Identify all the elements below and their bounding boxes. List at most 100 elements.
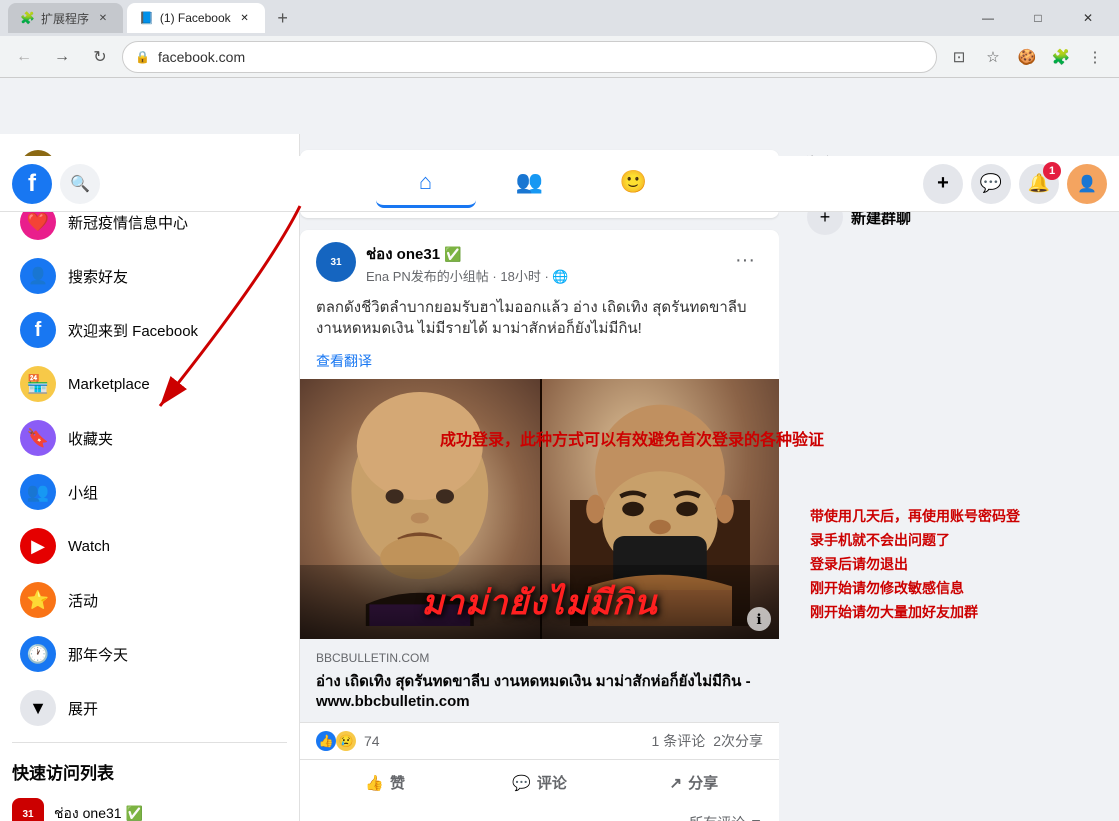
home-icon: ⌂ — [419, 169, 432, 195]
tab-extensions[interactable]: 🧩 扩展程序 ✕ — [8, 3, 123, 33]
nav-friends[interactable]: 👥 — [480, 160, 580, 208]
thai-banner-text: มาม่ายังไม่มีกิน — [300, 575, 779, 629]
fb-sidebar: ป ปราญชลี ไชยวัฒนา ❤️ 新冠疫情信息中心 👤 搜索好友 f … — [0, 134, 300, 821]
minimize-button[interactable]: — — [965, 3, 1011, 33]
verified-badge: ✅ — [444, 246, 461, 263]
sidebar-item-welcome-fb[interactable]: f 欢迎来到 Facebook — [8, 304, 291, 356]
window-controls: — □ ✕ — [965, 3, 1111, 33]
sidebar-item-watch[interactable]: ▶ Watch — [8, 520, 291, 572]
browser-chrome: 🧩 扩展程序 ✕ 📘 (1) Facebook ✕ + — □ ✕ ← → ↻ … — [0, 0, 1119, 78]
maximize-button[interactable]: □ — [1015, 3, 1061, 33]
facebook-app: f 🔍 ⌂ 👥 🙂 + 💬 🔔 1 — [0, 78, 1119, 821]
post-channel-avatar[interactable]: 31 — [316, 242, 356, 282]
expand-icon: ▼ — [20, 690, 56, 726]
marketplace-icon: 🏪 — [20, 366, 56, 402]
friends-search-icon: 👤 — [20, 258, 56, 294]
tab-fb-icon: 📘 — [139, 11, 154, 25]
sidebar-item-memories[interactable]: 🕐 那年今天 — [8, 628, 291, 680]
sidebar-item-marketplace[interactable]: 🏪 Marketplace — [8, 358, 291, 410]
tab-fb-label: (1) Facebook — [160, 11, 231, 25]
post-card: 31 ช่อง one31 ✅ Ena PN发布的小组帖 · 18小时 · 🌐 — [300, 230, 779, 821]
sidebar-item-groups[interactable]: 👥 小组 — [8, 466, 291, 518]
globe-icon: 🌐 — [552, 269, 568, 284]
sidebar-groups-label: 小组 — [68, 482, 98, 503]
nav-groups[interactable]: 🙂 — [584, 160, 684, 208]
browser-title-bar: 🧩 扩展程序 ✕ 📘 (1) Facebook ✕ + — □ ✕ — [0, 0, 1119, 36]
sidebar-covid-label: 新冠疫情信息中心 — [68, 212, 188, 233]
shares-count: 2次分享 — [713, 731, 763, 751]
post-reactions[interactable]: 👍 😢 74 — [316, 731, 380, 751]
post-image-container[interactable]: มาม่ายังไม่มีกิน ℹ BBCBULLETIN.COM อ่าง … — [300, 379, 779, 722]
post-link-preview: BBCBULLETIN.COM อ่าง เถิดเทิง สุดรันทดขา… — [300, 639, 779, 722]
groups-nav-icon: 👥 — [20, 474, 56, 510]
cast-icon-button[interactable]: ⊡ — [943, 41, 975, 73]
quick-access-channel-one31[interactable]: 31 ช่อง one31 ✅ — [0, 792, 299, 821]
share-label: 分享 — [688, 772, 718, 793]
fb-main-container: ป ปราญชลี ไชยวัฒนา ❤️ 新冠疫情信息中心 👤 搜索好友 f … — [0, 134, 1119, 821]
messenger-button[interactable]: 💬 — [971, 164, 1011, 204]
link-domain: BBCBULLETIN.COM — [316, 651, 763, 669]
new-tab-button[interactable]: + — [269, 4, 297, 32]
sidebar-bookmarks-label: 收藏夹 — [68, 428, 113, 449]
post-more-button[interactable]: ··· — [727, 242, 763, 278]
sad-reaction-icon: 😢 — [336, 731, 356, 751]
sidebar-marketplace-label: Marketplace — [68, 376, 150, 393]
fb-search-button[interactable]: 🔍 — [60, 164, 100, 204]
sidebar-item-expand[interactable]: ▼ 展开 — [8, 682, 291, 734]
back-button[interactable]: ← — [8, 41, 40, 73]
fb-logo-icon[interactable]: f — [12, 164, 52, 204]
fb-right-sidebar: 群聊 + 新建群聊 — [779, 134, 1119, 821]
bookmarks-icon: 🔖 — [20, 420, 56, 456]
sidebar-friends-label: 搜索好友 — [68, 266, 128, 287]
address-bar[interactable]: 🔒 facebook.com — [122, 41, 937, 73]
comment-action-button[interactable]: 💬 评论 — [462, 764, 616, 801]
extension-button[interactable]: 🧩 — [1045, 41, 1077, 73]
sidebar-expand-label: 展开 — [68, 698, 98, 719]
lock-icon: 🔒 — [135, 50, 150, 64]
see-all-comments-button[interactable]: 所有评论 ▼ — [300, 805, 779, 821]
post-thai-text: ตลกดังชีวิตลำบากยอมรับฮาไมออกแล้ว อ่าง เ… — [316, 299, 747, 337]
notification-badge: 1 — [1043, 162, 1061, 180]
refresh-button[interactable]: ↻ — [84, 41, 116, 73]
nav-home[interactable]: ⌂ — [376, 160, 476, 208]
sidebar-item-events[interactable]: ⭐ 活动 — [8, 574, 291, 626]
reactions-count: 74 — [364, 733, 380, 749]
thai-text-banner: มาม่ายังไม่มีกิน — [300, 565, 779, 639]
tab-ext-close[interactable]: ✕ — [95, 10, 111, 26]
sidebar-item-bookmarks[interactable]: 🔖 收藏夹 — [8, 412, 291, 464]
profile-cookie-button[interactable]: 🍪 — [1011, 41, 1043, 73]
post-stats-bar: 👍 😢 74 1 条评论 2次分享 — [300, 722, 779, 760]
like-action-button[interactable]: 👍 赞 — [308, 764, 462, 801]
tab-fb-close[interactable]: ✕ — [237, 10, 253, 26]
share-action-button[interactable]: ↗ 分享 — [617, 764, 771, 801]
comment-icon: 💬 — [512, 774, 531, 792]
posted-by: Ena PN发布的小组帖 — [366, 269, 489, 284]
post-time: 18小时 — [500, 269, 540, 284]
translate-link[interactable]: 查看翻译 — [300, 351, 779, 379]
user-avatar-button[interactable]: 👤 — [1067, 164, 1107, 204]
sidebar-item-friends[interactable]: 👤 搜索好友 — [8, 250, 291, 302]
like-icon: 👍 — [365, 774, 384, 792]
memories-icon: 🕐 — [20, 636, 56, 672]
browser-toolbar: ← → ↻ 🔒 facebook.com ⊡ ☆ 🍪 🧩 ⋮ — [0, 36, 1119, 78]
tab-ext-label: 扩展程序 — [41, 10, 89, 27]
menu-button[interactable]: ⋮ — [1079, 41, 1111, 73]
channel-one31-label: ช่อง one31 ✅ — [54, 803, 143, 821]
link-title: อ่าง เถิดเทิง สุดรันทดขาลีบ งานหดหมดเงิน… — [316, 669, 763, 710]
comments-count[interactable]: 1 条评论 — [652, 731, 706, 751]
fb-main-feed: 📹 直播视频 🖼 照片/视频 😊 感受/活动 — [300, 134, 779, 821]
notifications-button[interactable]: 🔔 1 — [1019, 164, 1059, 204]
sidebar-watch-label: Watch — [68, 538, 110, 555]
tab-facebook[interactable]: 📘 (1) Facebook ✕ — [127, 3, 265, 33]
like-reaction-icon: 👍 — [316, 731, 336, 751]
close-button[interactable]: ✕ — [1065, 3, 1111, 33]
image-info-icon[interactable]: ℹ — [747, 607, 771, 631]
bookmark-icon-button[interactable]: ☆ — [977, 41, 1009, 73]
forward-button[interactable]: → — [46, 41, 78, 73]
comments-shares: 1 条评论 2次分享 — [652, 731, 763, 751]
post-meta: ช่อง one31 ✅ Ena PN发布的小组帖 · 18小时 · 🌐 — [366, 242, 717, 285]
messenger-icon: 💬 — [980, 173, 1002, 194]
share-icon: ↗ — [670, 774, 683, 792]
add-action-button[interactable]: + — [923, 164, 963, 204]
post-sub-info: Ena PN发布的小组帖 · 18小时 · 🌐 — [366, 266, 717, 285]
